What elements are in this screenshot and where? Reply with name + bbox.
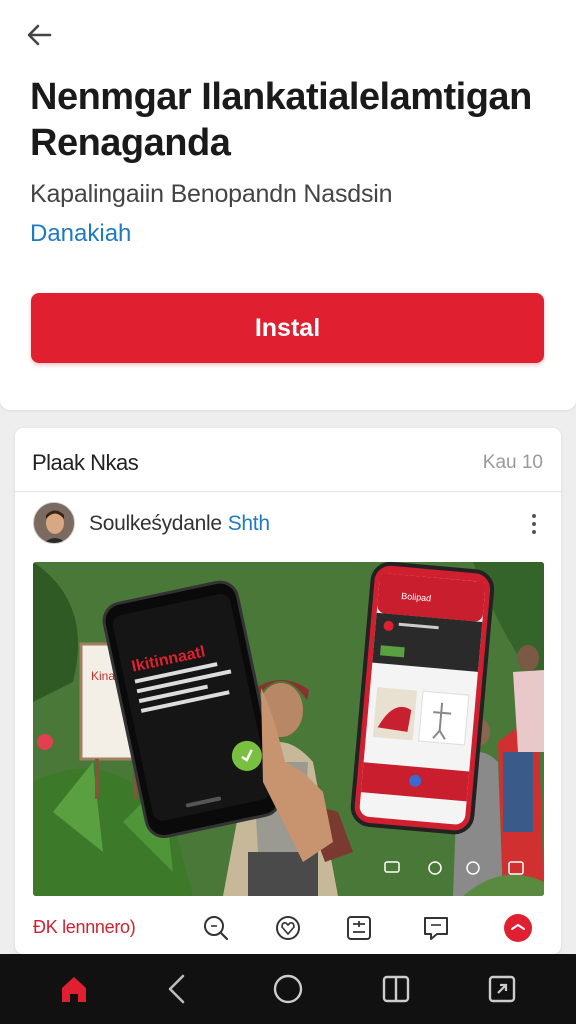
author-name: Soulkeśydanle [89, 512, 222, 535]
system-nav-bar [0, 954, 576, 1024]
post-header: Soulkeśydanle Shth [15, 492, 561, 556]
author-tag[interactable]: Shth [228, 512, 270, 535]
recents-icon[interactable] [378, 971, 414, 1007]
app-title: Nenmgar Ilankatialelamtigan Renaganda [30, 76, 532, 164]
back-button[interactable] [24, 18, 64, 52]
post-author[interactable]: Soulkeśydanle Shth [89, 512, 270, 536]
feed-header-title: Plaak Nkas [32, 450, 139, 475]
comment-icon[interactable] [419, 911, 453, 945]
more-vertical-icon[interactable] [523, 510, 545, 538]
screenshot-icon[interactable] [484, 971, 520, 1007]
feed-card: Plaak Nkas Kau 10 Soulkeśydanle Shth Kin… [15, 428, 561, 954]
install-button[interactable]: Instal [31, 293, 544, 363]
app-header-card: Nenmgar Ilankatialelamtigan Renaganda Ka… [0, 0, 576, 410]
post-image[interactable]: Kinau Ikitinnaatl Bolipad [33, 562, 544, 896]
home-circle-icon[interactable] [270, 971, 306, 1007]
developer-link[interactable]: Danakiah [30, 220, 131, 248]
sliders-icon[interactable] [342, 911, 376, 945]
avatar[interactable] [33, 502, 75, 544]
back-chevron-icon[interactable] [159, 971, 195, 1007]
app-subtitle: Kapalingaiin Benopandn Nasdsin [30, 180, 393, 208]
post-action-label[interactable]: ĐK lennnero) [33, 917, 136, 938]
arrow-left-icon [27, 24, 52, 46]
feed-header: Plaak Nkas Kau 10 [15, 428, 561, 492]
post-photo: Kinau Ikitinnaatl Bolipad [33, 562, 544, 896]
search-icon[interactable] [199, 911, 233, 945]
post-actions: ĐK lennnero) [15, 903, 561, 953]
red-circle-icon[interactable] [501, 911, 535, 945]
heart-icon[interactable] [271, 911, 305, 945]
feed-header-count: Kau 10 [482, 452, 543, 473]
home-icon[interactable] [56, 971, 92, 1007]
